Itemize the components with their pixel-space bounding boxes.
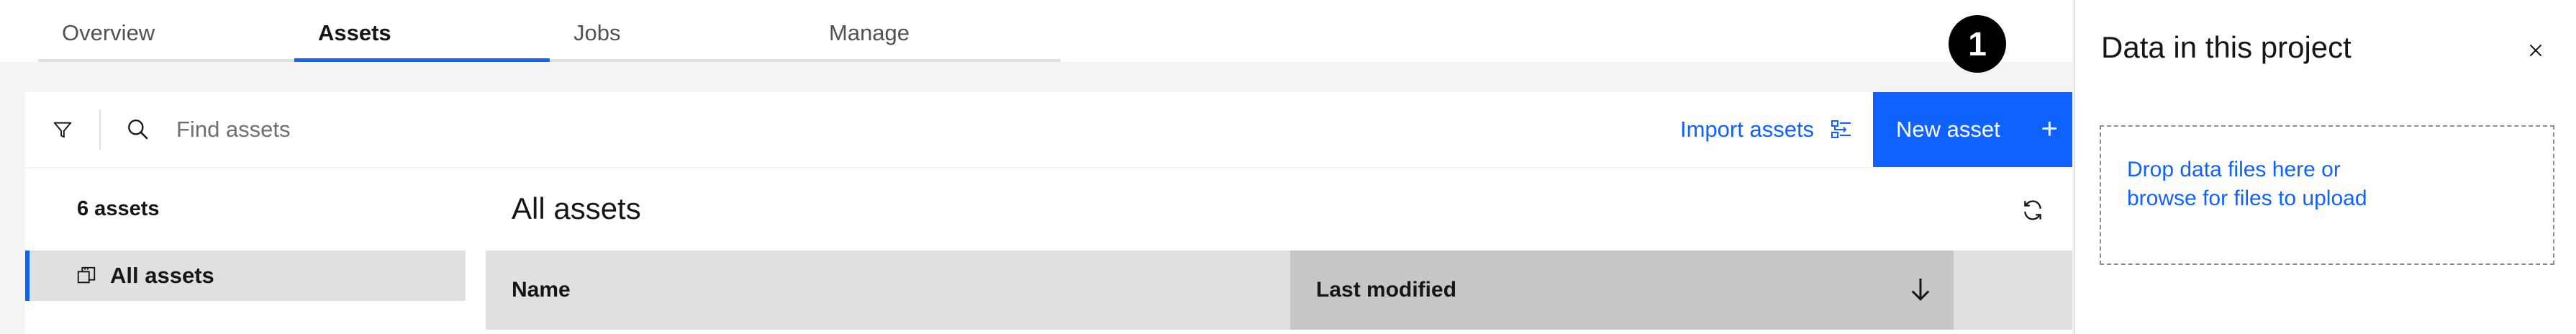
assets-toolbar: Import assets New asset + xyxy=(25,92,2072,167)
copy-icon xyxy=(77,266,96,284)
tab-bar: Overview Assets Jobs Manage xyxy=(0,0,2072,62)
refresh-icon xyxy=(2024,200,2041,220)
tab-manage[interactable]: Manage xyxy=(805,0,1061,62)
toolbar-divider xyxy=(99,109,101,150)
new-asset-label: New asset xyxy=(1896,117,2000,142)
asset-category-sidebar: 6 assets All assets xyxy=(25,168,486,334)
column-header-label: Last modified xyxy=(1316,278,1457,302)
close-icon xyxy=(2529,44,2542,57)
search-icon xyxy=(122,114,154,145)
assets-main: All assets Name Last modified xyxy=(486,168,2072,334)
import-icon xyxy=(1831,120,1851,138)
sidebar-item-label: All assets xyxy=(110,263,214,288)
drop-zone-text-line1: Drop data files here or xyxy=(2127,158,2341,181)
tab-overview[interactable]: Overview xyxy=(38,0,294,62)
refresh-button[interactable] xyxy=(2017,194,2049,226)
close-button[interactable] xyxy=(2521,36,2550,65)
table-header: Name Last modified xyxy=(486,250,2072,330)
data-side-panel: Data in this project Drop data files her… xyxy=(2074,0,2576,334)
new-asset-button[interactable]: New asset + xyxy=(1873,92,2072,167)
side-panel-title: Data in this project xyxy=(2101,30,2351,64)
tab-assets[interactable]: Assets xyxy=(294,0,550,62)
browse-files-link[interactable]: browse for files to upload xyxy=(2127,184,2527,213)
filter-button[interactable] xyxy=(25,92,100,167)
search-input[interactable] xyxy=(176,108,824,151)
asset-count: 6 assets xyxy=(77,197,160,220)
plus-icon: + xyxy=(2041,113,2058,145)
tab-jobs[interactable]: Jobs xyxy=(550,0,805,62)
column-header-last-modified[interactable]: Last modified xyxy=(1290,250,1954,330)
page-title: All assets xyxy=(512,191,641,225)
file-drop-zone[interactable]: Drop data files here or browse for files… xyxy=(2100,125,2554,265)
sidebar-item-all-assets[interactable]: All assets xyxy=(25,250,466,301)
import-assets-label: Import assets xyxy=(1680,117,1815,142)
step-number-badge: 1 xyxy=(1949,15,2006,73)
import-assets-button[interactable]: Import assets xyxy=(1666,92,1867,167)
arrow-down-icon xyxy=(1911,279,1930,301)
filter-icon xyxy=(53,122,72,138)
column-header-name[interactable]: Name xyxy=(512,250,571,330)
